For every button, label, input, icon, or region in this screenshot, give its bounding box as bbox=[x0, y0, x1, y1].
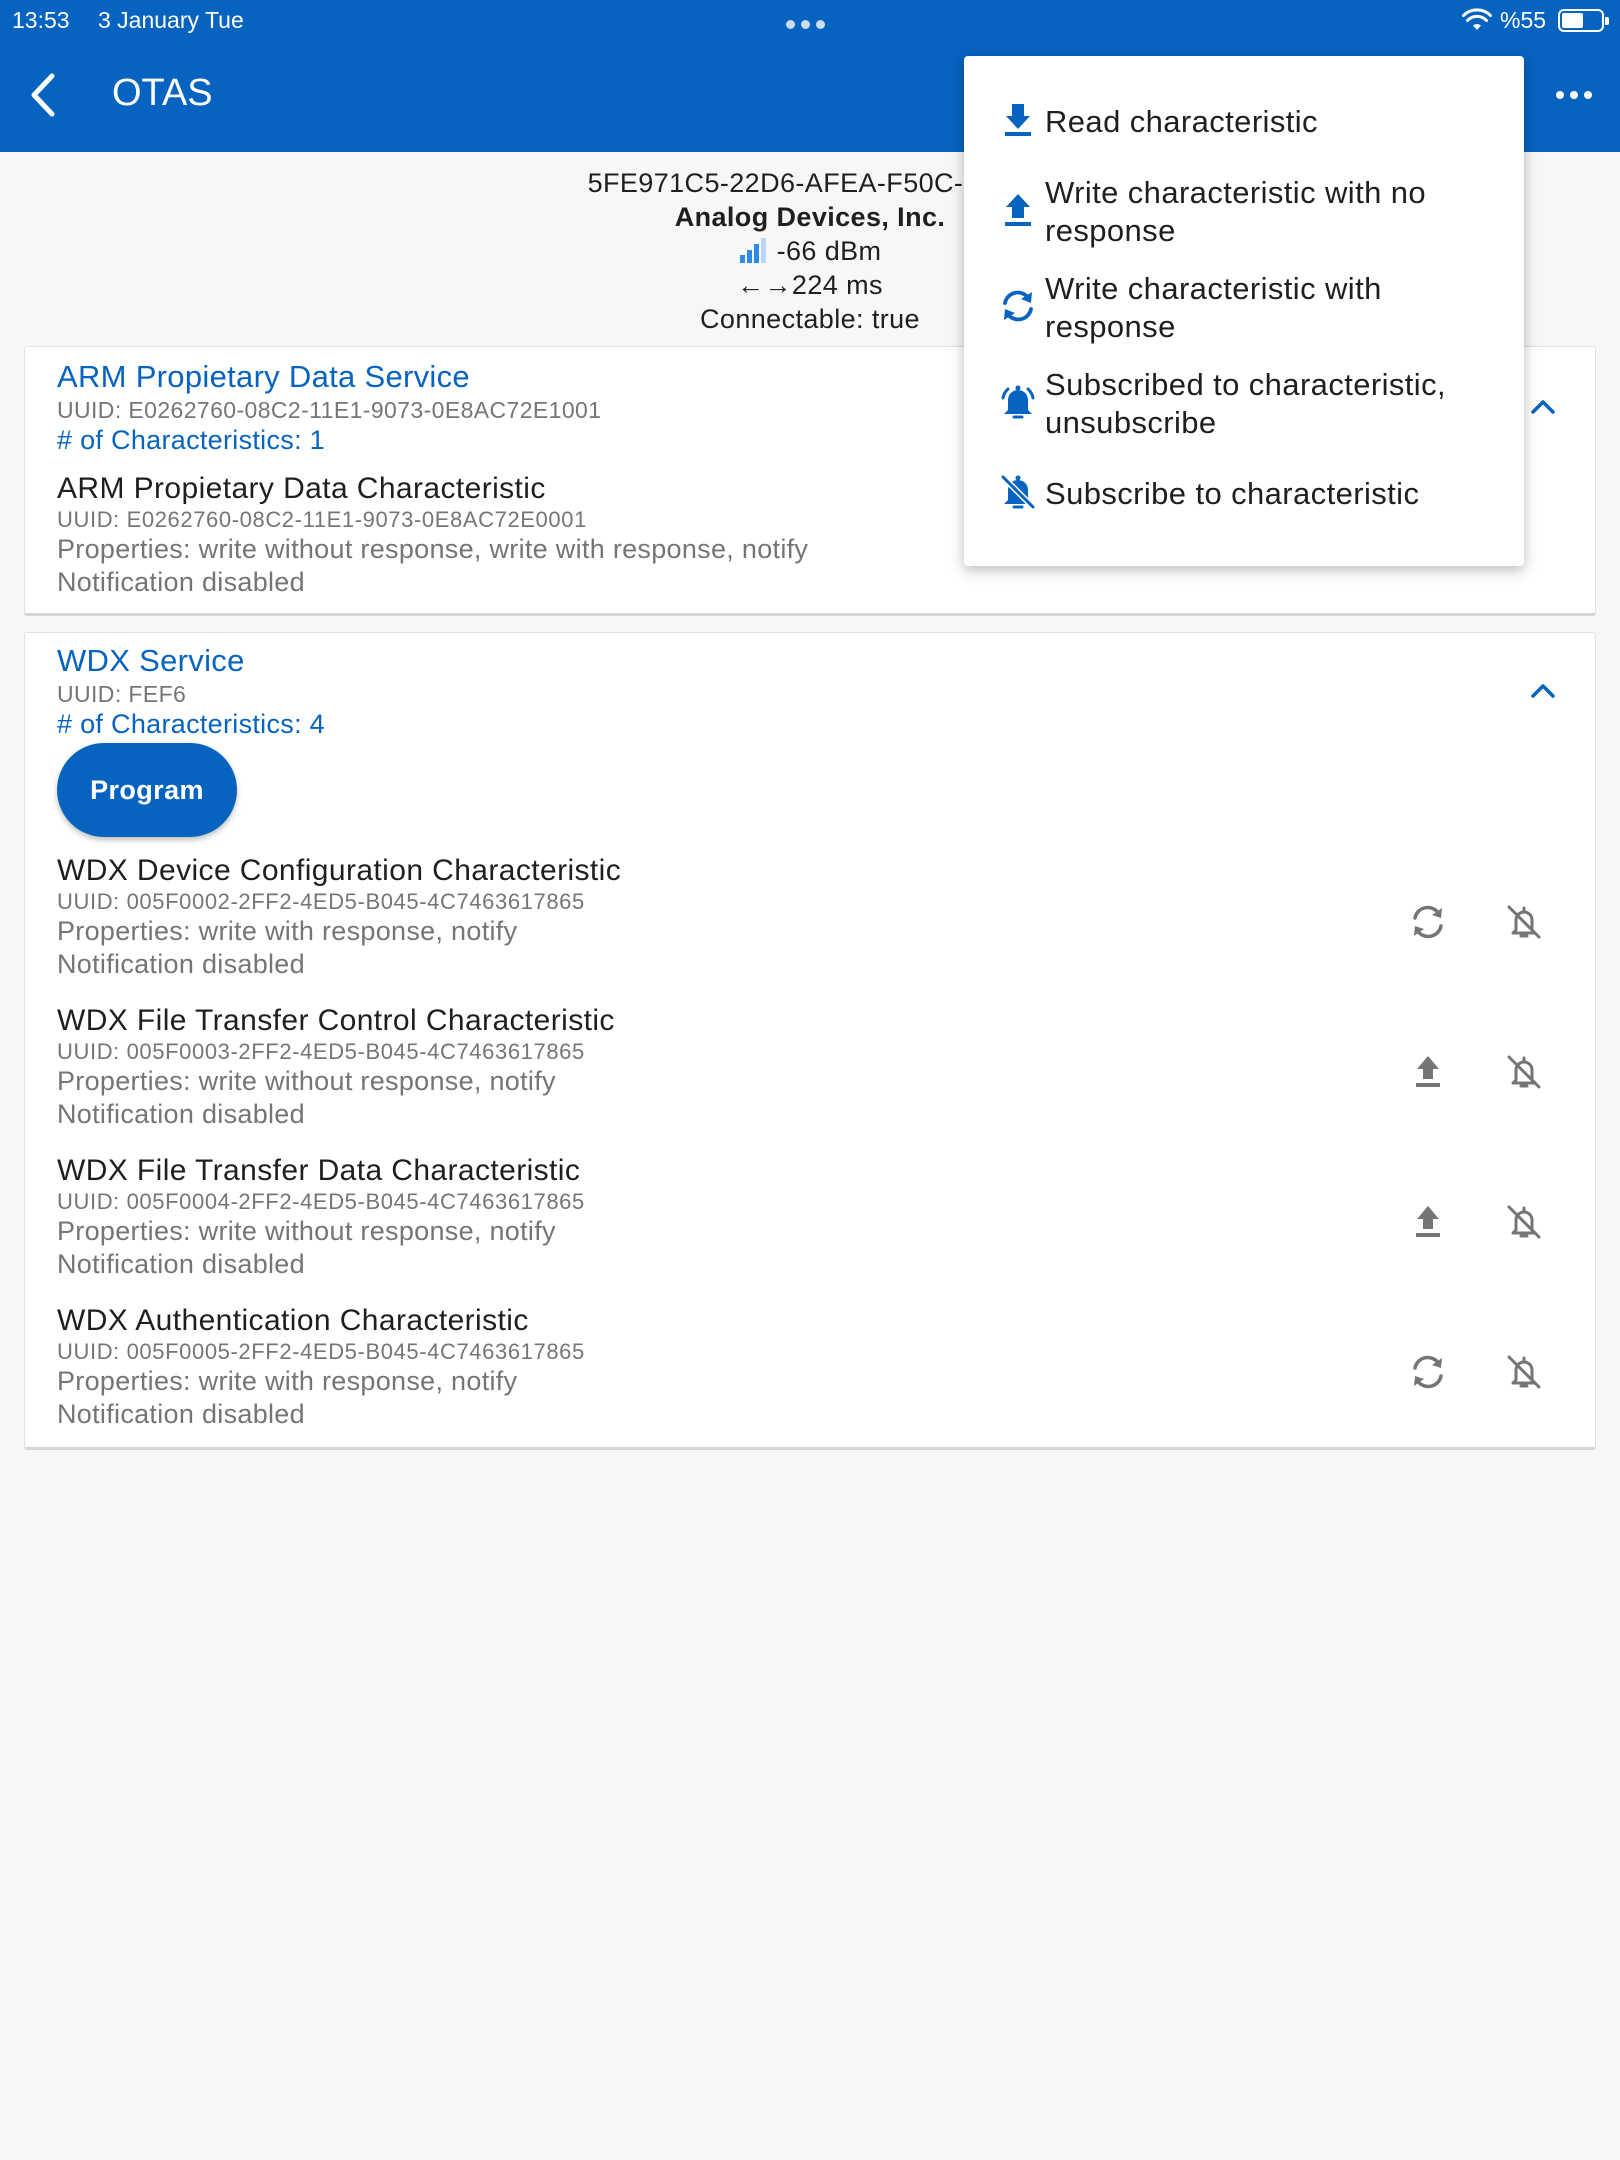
multitasking-dots-icon[interactable] bbox=[786, 20, 825, 29]
bell-off-icon bbox=[1000, 474, 1036, 510]
characteristic-uuid: UUID: 005F0005-2FF2-4ED5-B045-4C74636178… bbox=[57, 1339, 585, 1364]
wifi-icon bbox=[1462, 8, 1492, 30]
interval-arrows-icon: ←→ bbox=[737, 270, 792, 300]
characteristic-name: WDX Device Configuration Characteristic bbox=[57, 854, 622, 887]
menu-item-label: Write characteristic with response bbox=[1045, 271, 1382, 344]
characteristic-notification: Notification disabled bbox=[57, 1099, 305, 1129]
device-interval: 224 ms bbox=[791, 270, 883, 300]
characteristic-notification: Notification disabled bbox=[57, 949, 305, 979]
service-name: ARM Propietary Data Service bbox=[57, 359, 470, 394]
sync-icon[interactable] bbox=[1405, 899, 1451, 945]
upload-icon[interactable] bbox=[1405, 1049, 1451, 1095]
characteristic-uuid: UUID: 005F0003-2FF2-4ED5-B045-4C74636178… bbox=[57, 1039, 585, 1064]
characteristic-row[interactable]: WDX File Transfer Data Characteristic UU… bbox=[57, 1153, 1567, 1299]
device-rssi: -66 dBm bbox=[776, 236, 882, 266]
sync-icon bbox=[1003, 290, 1033, 322]
back-chevron-icon[interactable] bbox=[24, 70, 64, 120]
characteristic-properties: Properties: write without response, noti… bbox=[57, 1066, 556, 1096]
characteristic-row[interactable]: WDX Authentication Characteristic UUID: … bbox=[57, 1303, 1567, 1449]
battery-icon bbox=[1558, 9, 1609, 32]
characteristic-name: WDX File Transfer Control Characteristic bbox=[57, 1004, 615, 1037]
status-time: 13:53 bbox=[12, 7, 70, 33]
menu-item-label: Read characteristic bbox=[1045, 104, 1318, 139]
characteristic-properties: Properties: write with response, notify bbox=[57, 916, 518, 946]
menu-item-read-characteristic[interactable]: Read characteristic bbox=[964, 96, 1524, 148]
upload-icon bbox=[1005, 194, 1031, 226]
characteristic-properties: Properties: write with response, notify bbox=[57, 1366, 518, 1396]
bell-ringing-icon bbox=[1001, 385, 1035, 419]
characteristic-uuid: UUID: 005F0004-2FF2-4ED5-B045-4C74636178… bbox=[57, 1189, 585, 1214]
sync-icon[interactable] bbox=[1405, 1349, 1451, 1395]
characteristic-name: WDX File Transfer Data Characteristic bbox=[57, 1154, 581, 1187]
program-button[interactable]: Program bbox=[57, 743, 237, 837]
service-characteristic-count: # of Characteristics: 1 bbox=[57, 425, 326, 455]
menu-item-subscribe[interactable]: Subscribe to characteristic bbox=[964, 468, 1524, 520]
service-characteristic-count: # of Characteristics: 4 bbox=[57, 709, 326, 739]
collapse-chevron-icon[interactable] bbox=[1525, 679, 1561, 703]
battery-percent: %55 bbox=[1500, 7, 1547, 33]
bell-off-icon[interactable] bbox=[1501, 899, 1547, 945]
characteristic-actions-menu: Read characteristic Write characteristic… bbox=[964, 56, 1524, 566]
characteristic-uuid: UUID: 005F0002-2FF2-4ED5-B045-4C74636178… bbox=[57, 889, 585, 914]
upload-icon[interactable] bbox=[1405, 1199, 1451, 1245]
bell-off-icon[interactable] bbox=[1501, 1349, 1547, 1395]
download-icon bbox=[1005, 104, 1031, 136]
characteristic-row[interactable]: WDX Device Configuration Characteristic … bbox=[57, 853, 1567, 999]
more-options-button[interactable] bbox=[1552, 80, 1596, 110]
menu-item-write-no-response[interactable]: Write characteristic with no response bbox=[964, 172, 1524, 252]
characteristic-row[interactable]: WDX File Transfer Control Characteristic… bbox=[57, 1003, 1567, 1149]
service-name: WDX Service bbox=[57, 643, 245, 678]
service-uuid: UUID: E0262760-08C2-11E1-9073-0E8AC72E10… bbox=[57, 397, 602, 423]
characteristic-properties: Properties: write without response, noti… bbox=[57, 1216, 556, 1246]
status-date: 3 January Tue bbox=[98, 7, 244, 33]
menu-item-label: Subscribed to characteristic, unsubscrib… bbox=[1045, 367, 1446, 440]
characteristic-notification: Notification disabled bbox=[57, 567, 305, 597]
characteristic-name: WDX Authentication Characteristic bbox=[57, 1304, 529, 1337]
characteristic-notification: Notification disabled bbox=[57, 1249, 305, 1279]
service-card-wdx: WDX Service UUID: FEF6 # of Characterist… bbox=[24, 632, 1596, 1450]
signal-strength-icon bbox=[739, 238, 766, 263]
page-title: OTAS bbox=[112, 72, 213, 114]
menu-item-label: Subscribe to characteristic bbox=[1045, 476, 1420, 511]
bell-off-icon[interactable] bbox=[1501, 1199, 1547, 1245]
menu-item-write-with-response[interactable]: Write characteristic with response bbox=[964, 268, 1524, 348]
bell-off-icon[interactable] bbox=[1501, 1049, 1547, 1095]
menu-item-label: Write characteristic with no response bbox=[1045, 175, 1427, 248]
menu-item-unsubscribe[interactable]: Subscribed to characteristic, unsubscrib… bbox=[964, 364, 1524, 444]
service-uuid: UUID: FEF6 bbox=[57, 681, 187, 707]
collapse-chevron-icon[interactable] bbox=[1525, 395, 1561, 419]
characteristic-notification: Notification disabled bbox=[57, 1399, 305, 1429]
